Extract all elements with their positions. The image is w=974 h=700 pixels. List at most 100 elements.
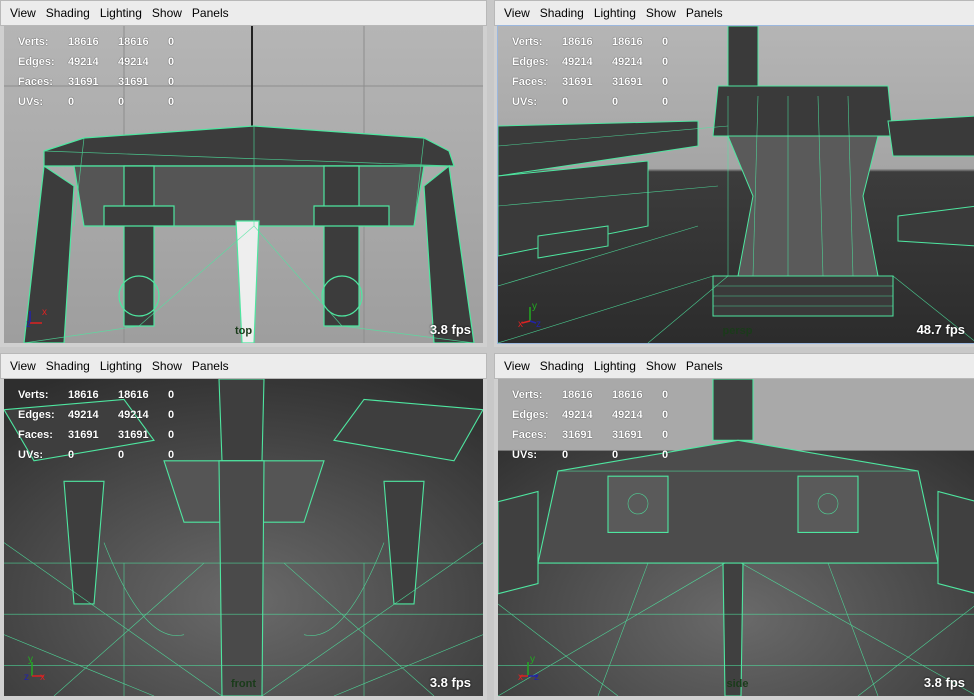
hud-value: 31691 bbox=[118, 76, 149, 88]
hud-row: Faces: 31691 31691 0 bbox=[512, 425, 692, 445]
camera-name: side bbox=[726, 678, 749, 690]
fps-readout: 48.7 fps bbox=[916, 322, 965, 337]
poly-count-hud: Verts: 18616 18616 0 Edges: 49214 49214 0 Face… bbox=[18, 385, 198, 465]
menu-panels[interactable]: Panels bbox=[686, 359, 723, 373]
fps-readout: 3.8 fps bbox=[429, 675, 471, 690]
viewport-panel-front[interactable]: View Shading Lighting Show Panels Verts:… bbox=[0, 353, 487, 700]
hud-value: 49214 bbox=[68, 56, 99, 68]
menu-view[interactable]: View bbox=[504, 359, 530, 373]
hud-row: Verts: 18616 18616 0 bbox=[18, 385, 198, 405]
menu-lighting[interactable]: Lighting bbox=[100, 6, 142, 20]
panel-menubar: View Shading Lighting Show Panels bbox=[0, 0, 487, 26]
hud-value: 31691 bbox=[68, 429, 99, 441]
hud-value: 49214 bbox=[118, 409, 149, 421]
hud-value: 0 bbox=[662, 36, 669, 48]
axis-gizmo-icon: y x z bbox=[518, 654, 539, 682]
menu-shading[interactable]: Shading bbox=[540, 6, 584, 20]
hud-label: Faces: bbox=[18, 429, 53, 441]
hud-label: UVs: bbox=[512, 96, 538, 108]
menu-view[interactable]: View bbox=[10, 359, 36, 373]
hud-value: 49214 bbox=[562, 56, 593, 68]
axis-label: z bbox=[26, 319, 31, 329]
hud-value: 18616 bbox=[68, 36, 99, 48]
menu-shading[interactable]: Shading bbox=[46, 6, 90, 20]
hud-value: 18616 bbox=[118, 36, 149, 48]
camera-name: front bbox=[230, 678, 257, 690]
hud-row: Verts: 18616 18616 0 bbox=[512, 385, 692, 405]
hud-label: UVs: bbox=[512, 449, 538, 461]
hud-label: Edges: bbox=[18, 409, 55, 421]
hud-row: UVs: 0 0 0 bbox=[18, 445, 198, 465]
hud-row: Edges: 49214 49214 0 bbox=[18, 405, 198, 425]
viewport-canvas[interactable]: Verts: 18616 18616 0 Edges: 49214 49214 0 Face… bbox=[498, 379, 974, 696]
hud-row: Edges: 49214 49214 0 bbox=[512, 52, 692, 72]
hud-value: 0 bbox=[168, 56, 175, 68]
viewport-panel-persp[interactable]: View Shading Lighting Show Panels Verts:… bbox=[494, 0, 974, 347]
menu-show[interactable]: Show bbox=[646, 359, 676, 373]
hud-value: 49214 bbox=[612, 56, 643, 68]
axis-gizmo-icon: z x bbox=[26, 307, 47, 329]
menu-panels[interactable]: Panels bbox=[192, 359, 229, 373]
axis-label: x bbox=[518, 672, 523, 682]
hud-value: 0 bbox=[68, 96, 75, 108]
hud-row: UVs: 0 0 0 bbox=[512, 445, 692, 465]
axis-label: y bbox=[28, 654, 33, 665]
hud-label: Faces: bbox=[512, 76, 547, 88]
hud-row: Faces: 31691 31691 0 bbox=[512, 72, 692, 92]
hud-label: Verts: bbox=[512, 36, 543, 48]
panel-menubar: View Shading Lighting Show Panels bbox=[494, 0, 974, 26]
menu-lighting[interactable]: Lighting bbox=[100, 359, 142, 373]
menu-show[interactable]: Show bbox=[152, 359, 182, 373]
hud-label: Faces: bbox=[18, 76, 53, 88]
viewport-panel-top[interactable]: View Shading Lighting Show Panels Verts:… bbox=[0, 0, 487, 347]
viewport-panel-side[interactable]: View Shading Lighting Show Panels Verts:… bbox=[494, 353, 974, 700]
hud-value: 0 bbox=[168, 409, 175, 421]
viewport-canvas[interactable]: Verts: 18616 18616 0 Edges: 49214 49214 0 Face… bbox=[4, 379, 483, 696]
hud-value: 0 bbox=[168, 449, 175, 461]
hud-row: Edges: 49214 49214 0 bbox=[18, 52, 198, 72]
hud-label: Faces: bbox=[512, 429, 547, 441]
panel-menubar: View Shading Lighting Show Panels bbox=[0, 353, 487, 379]
hud-value: 18616 bbox=[118, 389, 149, 401]
poly-count-hud: Verts: 18616 18616 0 Edges: 49214 49214 0 Face… bbox=[512, 32, 692, 112]
menu-show[interactable]: Show bbox=[152, 6, 182, 20]
hud-value: 18616 bbox=[68, 389, 99, 401]
hud-label: UVs: bbox=[18, 449, 44, 461]
poly-count-hud: Verts: 18616 18616 0 Edges: 49214 49214 0 Face… bbox=[512, 385, 692, 465]
hud-value: 0 bbox=[662, 429, 669, 441]
hud-value: 0 bbox=[562, 96, 569, 108]
viewport-canvas[interactable]: Verts: 18616 18616 0 Edges: 49214 49214 0 Face… bbox=[4, 26, 483, 343]
hud-value: 0 bbox=[118, 96, 125, 108]
viewport-canvas[interactable]: Verts: 18616 18616 0 Edges: 49214 49214 0 Face… bbox=[497, 25, 974, 344]
camera-name: persp bbox=[722, 325, 753, 337]
menu-lighting[interactable]: Lighting bbox=[594, 6, 636, 20]
hud-value: 49214 bbox=[118, 56, 149, 68]
menu-shading[interactable]: Shading bbox=[46, 359, 90, 373]
menu-view[interactable]: View bbox=[10, 6, 36, 20]
hud-row: Edges: 49214 49214 0 bbox=[512, 405, 692, 425]
axis-label: x bbox=[40, 672, 45, 682]
hud-value: 31691 bbox=[118, 429, 149, 441]
axis-label: z bbox=[24, 672, 29, 682]
hud-row: UVs: 0 0 0 bbox=[512, 92, 692, 112]
hud-value: 0 bbox=[168, 389, 175, 401]
fps-readout: 3.8 fps bbox=[923, 675, 965, 690]
hud-label: Verts: bbox=[512, 389, 543, 401]
hud-value: 31691 bbox=[562, 76, 593, 88]
hud-label: Verts: bbox=[18, 389, 49, 401]
menu-shading[interactable]: Shading bbox=[540, 359, 584, 373]
hud-row: Faces: 31691 31691 0 bbox=[18, 72, 198, 92]
menu-show[interactable]: Show bbox=[646, 6, 676, 20]
hud-row: Verts: 18616 18616 0 bbox=[18, 32, 198, 52]
hud-value: 31691 bbox=[562, 429, 593, 441]
hud-value: 18616 bbox=[562, 389, 593, 401]
menu-lighting[interactable]: Lighting bbox=[594, 359, 636, 373]
menu-panels[interactable]: Panels bbox=[192, 6, 229, 20]
hud-value: 0 bbox=[168, 36, 175, 48]
poly-count-hud: Verts: 18616 18616 0 Edges: 49214 49214 0 Face… bbox=[18, 32, 198, 112]
hud-value: 0 bbox=[662, 389, 669, 401]
menu-panels[interactable]: Panels bbox=[686, 6, 723, 20]
menu-view[interactable]: View bbox=[504, 6, 530, 20]
axis-label: z bbox=[536, 319, 541, 329]
hud-label: Edges: bbox=[512, 409, 549, 421]
